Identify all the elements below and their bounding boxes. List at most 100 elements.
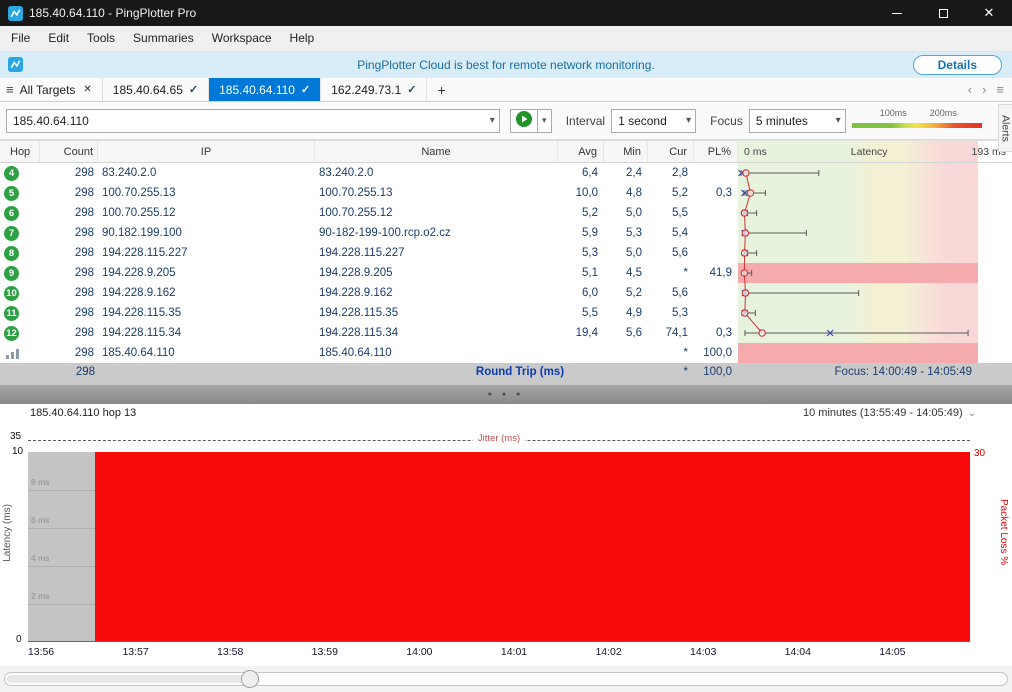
interval-select[interactable]: 1 second ▾ <box>611 109 696 133</box>
legend-100ms-label: 100ms <box>880 108 907 118</box>
avg-cell: 5,3 <box>558 243 604 263</box>
details-button[interactable]: Details <box>913 55 1002 75</box>
timeline-plot[interactable]: 8 ms6 ms4 ms2 ms <box>28 452 970 642</box>
target-combobox[interactable]: ▾ <box>6 109 500 133</box>
trace-table: Hop Count IP Name Avg Min Cur PL% 0 ms L… <box>0 140 1012 384</box>
hop-cell: 6 <box>0 203 40 223</box>
ip-cell: 194.228.115.35 <box>98 303 315 323</box>
app-logo-icon <box>8 6 23 21</box>
column-header-pl[interactable]: PL% <box>694 141 738 162</box>
pl-cell: 0,3 <box>694 323 738 343</box>
scroll-knob[interactable] <box>241 670 259 688</box>
name-cell: 90-182-199-100.rcp.o2.cz <box>315 223 558 243</box>
maximize-button[interactable] <box>920 0 966 26</box>
grid-line <box>28 490 95 491</box>
pl-cell <box>694 223 738 243</box>
min-cell: 5,2 <box>604 283 648 303</box>
hop-number-badge: 4 <box>4 166 19 181</box>
menu-summaries[interactable]: Summaries <box>124 26 203 51</box>
scrollbar-track[interactable] <box>4 672 1008 686</box>
chevron-down-icon: ▾ <box>681 115 691 126</box>
no-data-region: 8 ms6 ms4 ms2 ms <box>28 452 95 641</box>
nav-right-icon[interactable]: › <box>982 82 986 97</box>
grid-label: 6 ms <box>31 515 49 525</box>
start-options-dropdown[interactable]: ▾ <box>537 109 552 133</box>
min-cell: 5,0 <box>604 203 648 223</box>
pl-cell: 0,3 <box>694 183 738 203</box>
target-chart-icon <box>6 347 20 359</box>
timeline-scrollbar[interactable] <box>0 666 1012 692</box>
menu-edit[interactable]: Edit <box>39 26 78 51</box>
nav-left-icon[interactable]: ‹ <box>968 82 972 97</box>
hop-cell: 12 <box>0 323 40 343</box>
column-header-count[interactable]: Count <box>40 141 98 162</box>
avg-cell: 5,1 <box>558 263 604 283</box>
new-tab-button[interactable]: + <box>427 78 455 101</box>
check-icon: ✓ <box>189 83 198 96</box>
ip-cell: 194.228.115.34 <box>98 323 315 343</box>
name-cell: 194.228.115.227 <box>315 243 558 263</box>
ip-cell: 194.228.9.162 <box>98 283 315 303</box>
column-header-name[interactable]: Name <box>315 141 558 162</box>
alerts-side-tab[interactable]: Alerts <box>998 104 1012 152</box>
scrollbar-thumb[interactable] <box>7 675 247 683</box>
column-header-ip[interactable]: IP <box>98 141 315 162</box>
tab-185-40-64-110[interactable]: 185.40.64.110 ✓ <box>209 78 321 101</box>
timeline-title: 185.40.64.110 hop 13 <box>30 407 136 419</box>
latency-legend: 100ms 200ms <box>852 106 982 136</box>
cur-cell: 74,1 <box>648 323 694 343</box>
cur-cell: 5,5 <box>648 203 694 223</box>
column-header-avg[interactable]: Avg <box>558 141 604 162</box>
menu-bar: File Edit Tools Summaries Workspace Help <box>0 26 1012 52</box>
hop-number-badge: 11 <box>4 306 19 321</box>
hamburger-icon[interactable]: ≡ <box>6 82 14 97</box>
target-input[interactable] <box>13 114 485 128</box>
grid-line <box>28 604 95 605</box>
time-range-selector[interactable]: 10 minutes (13:55:49 - 14:05:49) ⌄ <box>803 407 976 419</box>
chevron-down-icon: ⌄ <box>968 408 976 419</box>
pl-cell: 41,9 <box>694 263 738 283</box>
column-header-latency[interactable]: 0 ms Latency 193 ms <box>738 141 1012 162</box>
avg-cell: 6,4 <box>558 163 604 183</box>
panel-splitter[interactable]: ● ● ● <box>0 384 1012 404</box>
close-icon[interactable]: ✕ <box>83 84 91 95</box>
chevron-down-icon[interactable]: ▾ <box>485 115 495 126</box>
min-cell: 5,0 <box>604 243 648 263</box>
avg-cell: 10,0 <box>558 183 604 203</box>
start-button[interactable] <box>510 109 537 133</box>
column-header-cur[interactable]: Cur <box>648 141 694 162</box>
menu-help[interactable]: Help <box>281 26 324 51</box>
min-cell: 5,3 <box>604 223 648 243</box>
tab-list-icon[interactable]: ≡ <box>996 82 1004 97</box>
pl-cell <box>694 283 738 303</box>
name-cell: 185.40.64.110 <box>315 343 558 363</box>
min-cell: 4,9 <box>604 303 648 323</box>
y-axis-min-label: 0 <box>16 634 22 645</box>
x-tick-label: 13:56 <box>28 646 54 658</box>
banner-message: PingPlotter Cloud is best for remote net… <box>357 58 654 72</box>
x-axis: 13:5613:5713:5813:5914:0014:0114:0214:03… <box>28 646 970 662</box>
check-icon: ✓ <box>407 83 416 96</box>
tab-162-249-73-1[interactable]: 162.249.73.1 ✓ <box>321 78 427 101</box>
min-cell: 4,8 <box>604 183 648 203</box>
packet-loss-axis-label: Packet Loss % <box>998 499 1009 565</box>
all-targets-tab[interactable]: ≡ All Targets ✕ <box>0 78 103 101</box>
window-controls: ✕ <box>874 0 1012 26</box>
column-header-hop[interactable]: Hop <box>0 141 40 162</box>
packet-loss-scale-label: 30 <box>974 448 985 459</box>
cur-cell: 5,6 <box>648 243 694 263</box>
column-header-min[interactable]: Min <box>604 141 648 162</box>
close-button[interactable]: ✕ <box>966 0 1012 26</box>
focus-select[interactable]: 5 minutes ▾ <box>749 109 846 133</box>
menu-workspace[interactable]: Workspace <box>203 26 281 51</box>
name-cell: 194.228.115.35 <box>315 303 558 323</box>
menu-tools[interactable]: Tools <box>78 26 124 51</box>
x-tick-label: 14:03 <box>690 646 716 658</box>
minimize-button[interactable] <box>874 0 920 26</box>
menu-file[interactable]: File <box>2 26 39 51</box>
min-cell: 2,4 <box>604 163 648 183</box>
count-cell: 298 <box>40 203 98 223</box>
tab-185-40-64-65[interactable]: 185.40.64.65 ✓ <box>103 78 209 101</box>
x-tick-label: 13:58 <box>217 646 243 658</box>
x-tick-label: 14:04 <box>785 646 811 658</box>
